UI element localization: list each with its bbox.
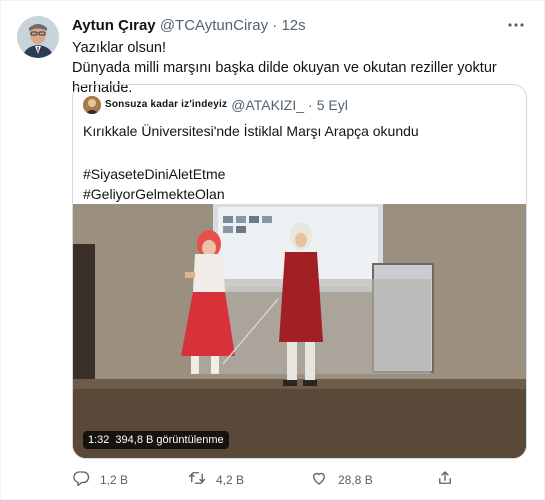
like-button[interactable]: 28,8 B bbox=[310, 469, 373, 490]
quoted-text: Kırıkkale Üniversitesi'nde İstiklal Marş… bbox=[83, 123, 419, 139]
tweet-card[interactable]: Aytun Çıray @TCAytunCiray · 12s Yazıklar… bbox=[0, 0, 545, 500]
quoted-hashtags: #SiyaseteDiniAletEtme #GeliyorGelmekteOl… bbox=[83, 164, 225, 204]
action-bar: 1,2 B 4,2 B 28,8 B bbox=[72, 469, 532, 491]
share-button[interactable] bbox=[436, 469, 454, 490]
retweet-icon bbox=[188, 469, 206, 490]
video-info-badge: 1:32 394,8 B görüntülenme bbox=[83, 431, 229, 449]
quoted-author-name[interactable]: Sonsuza kadar iz'indeyiz bbox=[105, 96, 227, 114]
reply-button[interactable]: 1,2 B bbox=[72, 469, 128, 490]
video-duration: 1:32 bbox=[88, 434, 110, 446]
author-avatar[interactable] bbox=[17, 16, 59, 58]
tweet-header: Aytun Çıray @TCAytunCiray · 12s bbox=[72, 17, 306, 35]
quoted-date[interactable]: 5 Eyl bbox=[317, 96, 348, 114]
like-icon bbox=[310, 469, 328, 490]
quoted-avatar[interactable] bbox=[83, 96, 101, 114]
quoted-header: Sonsuza kadar iz'indeyiz @ATAKIZI_ · 5 E… bbox=[83, 96, 348, 114]
quoted-separator: · bbox=[308, 97, 313, 113]
author-handle[interactable]: @TCAytunCiray bbox=[160, 17, 268, 34]
quoted-tweet[interactable]: Sonsuza kadar iz'indeyiz @ATAKIZI_ · 5 E… bbox=[72, 84, 527, 459]
quoted-author-handle[interactable]: @ATAKIZI_ bbox=[231, 96, 304, 114]
video-views: 394,8 B görüntülenme bbox=[115, 434, 224, 446]
retweet-button[interactable]: 4,2 B bbox=[188, 469, 244, 490]
hashtag-siyasetedinialetetme[interactable]: #SiyaseteDiniAletEtme bbox=[83, 164, 225, 184]
separator: · bbox=[272, 17, 278, 34]
reply-icon bbox=[72, 469, 90, 490]
share-icon bbox=[436, 469, 454, 490]
retweet-count: 4,2 B bbox=[216, 472, 245, 487]
video-frame bbox=[73, 204, 526, 458]
more-icon[interactable] bbox=[506, 15, 526, 35]
reply-count: 1,2 B bbox=[100, 472, 129, 487]
hashtag-geliyorgelmekteolan[interactable]: #GeliyorGelmekteOlan bbox=[83, 184, 225, 204]
tweet-text-line1: Yazıklar olsun! bbox=[72, 40, 167, 56]
like-count: 28,8 B bbox=[338, 472, 373, 487]
tweet-time[interactable]: 12s bbox=[281, 17, 305, 34]
author-name[interactable]: Aytun Çıray bbox=[72, 17, 156, 34]
video-player[interactable]: 1:32 394,8 B görüntülenme bbox=[73, 204, 526, 458]
